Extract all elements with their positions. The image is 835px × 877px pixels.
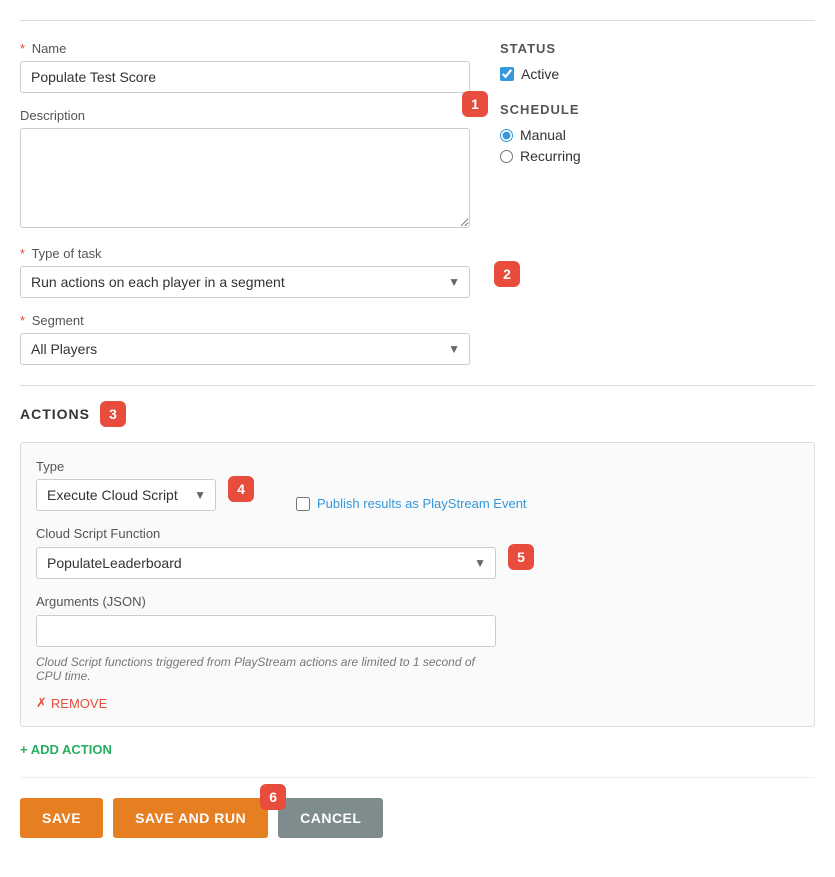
status-title: STATUS (500, 41, 815, 56)
arguments-label: Arguments (JSON) (36, 594, 799, 609)
name-label: Name (32, 41, 67, 56)
save-button[interactable]: SAVE (20, 798, 103, 838)
badge-2: 2 (494, 261, 520, 287)
badge-4: 4 (228, 476, 254, 502)
save-and-run-button[interactable]: SAVE AND RUN (113, 798, 268, 838)
publish-label[interactable]: Publish results as PlayStream Event (317, 496, 527, 511)
arguments-input[interactable] (36, 615, 496, 647)
publish-row: Publish results as PlayStream Event (296, 496, 527, 511)
active-checkbox[interactable] (500, 67, 514, 81)
schedule-title: SCHEDULE (500, 102, 815, 117)
cancel-button[interactable]: CANCEL (278, 798, 383, 838)
cloud-function-label: Cloud Script Function (36, 526, 799, 541)
name-input[interactable] (20, 61, 470, 93)
recurring-label[interactable]: Recurring (520, 148, 581, 164)
action-type-select[interactable]: Execute Cloud Script Grant Item Grant Vi… (36, 479, 216, 511)
actions-title: ACTIONS (20, 406, 90, 422)
recurring-radio[interactable] (500, 150, 513, 163)
task-type-required-star: * (20, 246, 25, 261)
badge-1: 1 (462, 91, 488, 117)
badge-6: 6 (260, 784, 286, 810)
remove-button[interactable]: ✗ REMOVE (36, 695, 107, 711)
remove-x-icon: ✗ (36, 695, 47, 711)
badge-5: 5 (508, 544, 534, 570)
description-label: Description (20, 108, 470, 123)
badge-3: 3 (100, 401, 126, 427)
task-type-label: Type of task (31, 246, 101, 261)
manual-radio[interactable] (500, 129, 513, 142)
segment-required-star: * (20, 313, 25, 328)
name-required-star: * (20, 41, 25, 56)
remove-label: REMOVE (51, 696, 107, 711)
segment-select[interactable]: All Players New Players VIP Players (20, 333, 470, 365)
segment-label: Segment (32, 313, 84, 328)
add-action-label: + ADD ACTION (20, 742, 112, 757)
publish-checkbox[interactable] (296, 497, 310, 511)
description-textarea[interactable] (20, 128, 470, 228)
cpu-warning: Cloud Script functions triggered from Pl… (36, 655, 496, 683)
cloud-function-select[interactable]: PopulateLeaderboard UpdatePlayerStats Se… (36, 547, 496, 579)
action-card: Type Execute Cloud Script Grant Item Gra… (20, 442, 815, 727)
action-type-label: Type (36, 459, 216, 474)
add-action-button[interactable]: + ADD ACTION (20, 742, 112, 757)
task-type-select[interactable]: Run actions on each player in a segment … (20, 266, 470, 298)
bottom-buttons: SAVE SAVE AND RUN 6 CANCEL (20, 777, 815, 848)
manual-label[interactable]: Manual (520, 127, 566, 143)
active-label[interactable]: Active (521, 66, 559, 82)
